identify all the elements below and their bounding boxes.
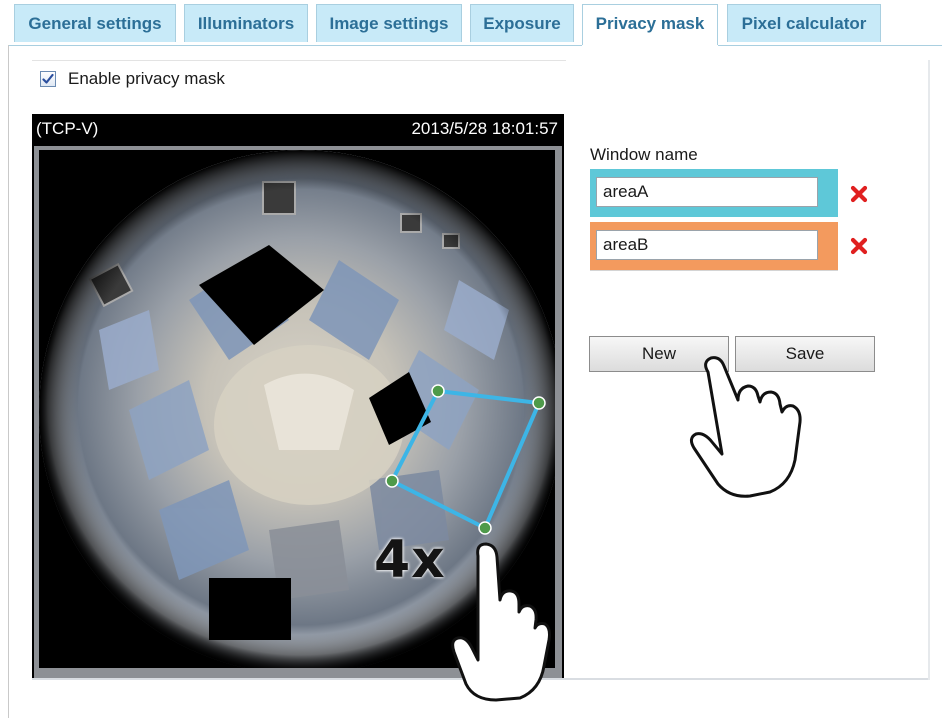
mask-window-area-b: [590, 222, 838, 270]
tab-bar: General settings Illuminators Image sett…: [0, 0, 942, 46]
video-frame: [34, 146, 562, 678]
enable-privacy-mask-checkbox[interactable]: [40, 71, 56, 87]
content-frame-border: [8, 45, 9, 718]
tab-general-settings[interactable]: General settings: [14, 4, 176, 42]
checkbox-checked-icon: [42, 73, 54, 84]
enable-privacy-mask-label: Enable privacy mask: [68, 69, 225, 88]
panel-border: [928, 60, 930, 680]
save-button[interactable]: Save: [735, 336, 875, 372]
window-name-input-area-a[interactable]: [596, 177, 818, 207]
tab-underline: [8, 45, 582, 46]
window-name-label: Window name: [590, 145, 698, 164]
panel-border: [32, 678, 930, 680]
window-name-input-area-b[interactable]: [596, 230, 818, 260]
delete-x-icon[interactable]: [849, 184, 869, 204]
list-divider: [590, 270, 838, 271]
video-viewer: (TCP-V) 2013/5/28 18:01:57: [32, 114, 564, 678]
fisheye-image: [39, 150, 555, 668]
delete-x-icon[interactable]: [849, 236, 869, 256]
tab-illuminators[interactable]: Illuminators: [184, 4, 308, 42]
panel-separator: [32, 60, 566, 61]
camera-label: (TCP-V): [36, 119, 99, 138]
tab-pixel-calculator[interactable]: Pixel calculator: [727, 4, 881, 42]
tab-underline: [718, 45, 942, 46]
video-timestamp: 2013/5/28 18:01:57: [411, 119, 558, 138]
video-caption-bar: (TCP-V) 2013/5/28 18:01:57: [32, 114, 564, 144]
mask-window-area-a: [590, 169, 838, 217]
tab-exposure[interactable]: Exposure: [470, 4, 574, 42]
live-video[interactable]: [39, 150, 555, 668]
zoom-annotation: 4x: [374, 530, 446, 590]
tab-privacy-mask[interactable]: Privacy mask: [582, 4, 718, 45]
tab-image-settings[interactable]: Image settings: [316, 4, 462, 42]
new-button[interactable]: New: [589, 336, 729, 372]
